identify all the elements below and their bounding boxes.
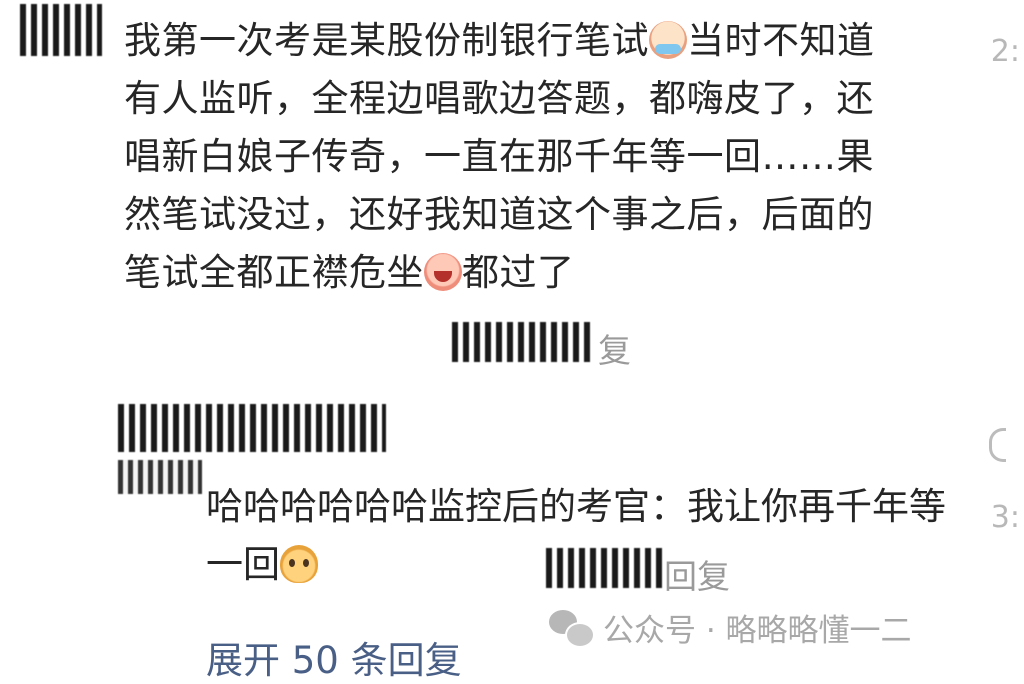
expand-replies-link[interactable]: 展开 50 条回复	[206, 630, 462, 684]
sub-reply-avatar-redacted[interactable]	[118, 460, 202, 494]
crying-emoji-icon	[649, 21, 687, 59]
comment-body: 我第一次考是某股份制银行笔试 当时不知道有人监听，全程边唱歌边答题，都嗨皮了，还唱…	[124, 12, 904, 302]
avatar-redacted[interactable]	[20, 4, 102, 56]
pudding-emoji-icon	[280, 545, 318, 583]
sub-reply-like-icon[interactable]	[989, 428, 1006, 462]
wechat-icon	[549, 609, 595, 648]
comment-text-1: 我第一次考是某股份制银行笔试	[124, 19, 649, 62]
sub-reply-author-redacted[interactable]	[118, 404, 386, 452]
sub-reply-meta-redacted	[546, 548, 662, 588]
watermark-text: 公众号 · 略略略懂一二	[603, 613, 912, 649]
comment-reply-link[interactable]: 复	[598, 324, 631, 372]
comment-text-3: 都过了	[462, 251, 575, 294]
sub-reply-reply-link[interactable]: 回复	[664, 550, 730, 598]
comment-meta-redacted	[452, 322, 592, 362]
comment-timestamp: 2:	[990, 34, 1020, 69]
sub-reply-timestamp: 3:	[990, 500, 1020, 535]
laughing-crying-emoji-icon	[424, 253, 462, 291]
watermark: 公众号 · 略略略懂一二	[549, 605, 912, 650]
